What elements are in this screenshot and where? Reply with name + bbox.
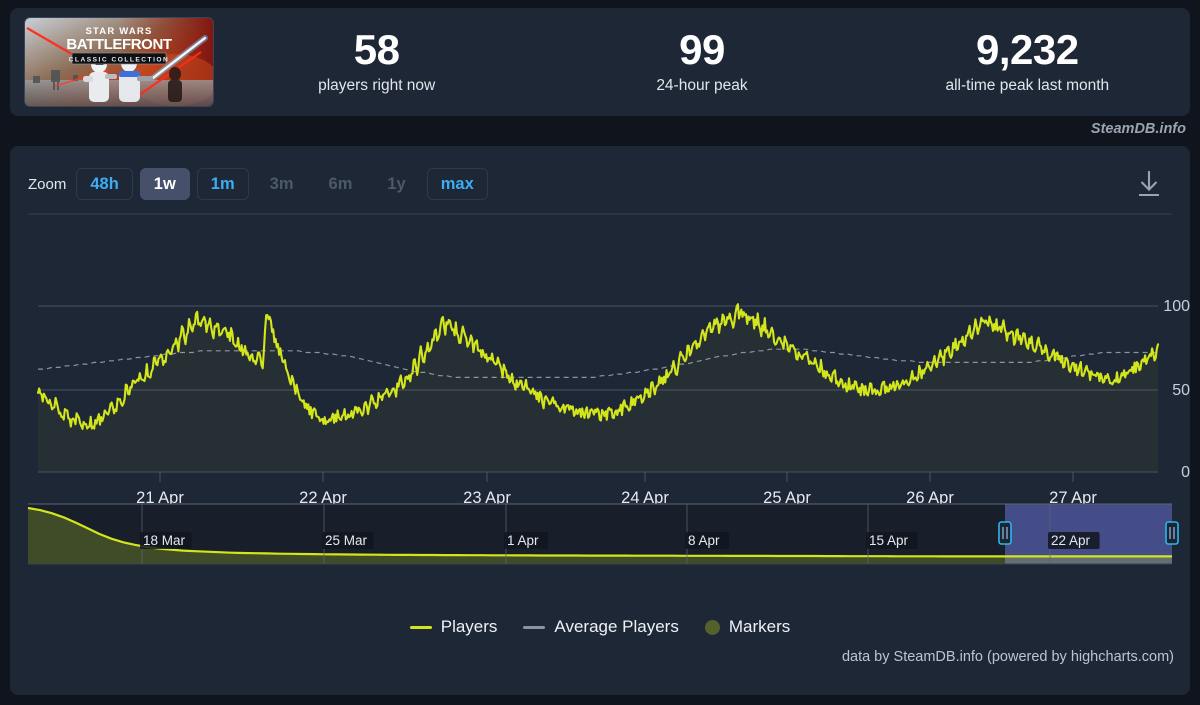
zoom-button-48h[interactable]: 48h bbox=[76, 167, 133, 201]
svg-text:100: 100 bbox=[1163, 298, 1190, 315]
stat-all-time-peak: 9,232 all-time peak last month bbox=[865, 25, 1190, 96]
stat-value: 9,232 bbox=[976, 25, 1079, 73]
stat-24h-peak: 99 24-hour peak bbox=[539, 25, 864, 96]
svg-text:CLASSIC COLLECTION: CLASSIC COLLECTION bbox=[69, 56, 170, 63]
zoom-button-3m[interactable]: 3m bbox=[256, 168, 308, 201]
stats-header-panel: STAR WARS BATTLEFRONT CLASSIC COLLECTION… bbox=[10, 8, 1190, 116]
svg-text:1 Apr: 1 Apr bbox=[507, 533, 539, 548]
svg-text:25 Mar: 25 Mar bbox=[325, 533, 368, 548]
stat-label: all-time peak last month bbox=[945, 77, 1110, 95]
download-icon[interactable] bbox=[1134, 168, 1164, 200]
chart-plot-area[interactable]: 21 Apr 22 Apr 23 Apr 24 Apr 25 Apr 26 Apr 27 A… bbox=[10, 212, 1190, 632]
legend-label: Players bbox=[440, 617, 498, 636]
x-axis: 21 Apr 22 Apr 23 Apr 24 Apr 25 Apr 26 Apr 27 A… bbox=[38, 471, 1158, 507]
zoom-button-1y[interactable]: 1y bbox=[373, 168, 419, 201]
legend-label: Markers bbox=[728, 617, 791, 636]
stat-value: 58 bbox=[353, 25, 400, 73]
stat-players-now: 58 players right now bbox=[214, 25, 539, 96]
legend-swatch-markers bbox=[704, 619, 720, 635]
legend-item-markers[interactable]: Markers bbox=[704, 617, 791, 637]
download-glyph bbox=[1139, 171, 1159, 197]
svg-text:50: 50 bbox=[1172, 382, 1190, 399]
player-count-chart-panel: Zoom 48h 1w 1m 3m 6m 1y max 21 Apr 22 Ap… bbox=[10, 146, 1190, 695]
legend-item-average-players[interactable]: Average Players bbox=[523, 617, 679, 637]
navigator-handle-right[interactable] bbox=[1165, 521, 1179, 545]
legend-label: Average Players bbox=[554, 617, 679, 636]
legend-swatch-average bbox=[523, 625, 546, 629]
stat-value: 99 bbox=[679, 25, 725, 73]
steamdb-watermark: SteamDB.info bbox=[1090, 121, 1186, 137]
zoom-label: Zoom bbox=[28, 175, 67, 193]
svg-text:15 Apr: 15 Apr bbox=[869, 533, 909, 548]
steamdb-chart-page: STAR WARS BATTLEFRONT CLASSIC COLLECTION… bbox=[0, 0, 1200, 705]
cover-artwork: STAR WARS BATTLEFRONT CLASSIC COLLECTION bbox=[25, 18, 213, 106]
navigator-handle-left[interactable] bbox=[998, 521, 1012, 545]
svg-text:BATTLEFRONT: BATTLEFRONT bbox=[66, 36, 172, 53]
svg-text:0: 0 bbox=[1181, 464, 1190, 481]
zoom-range-selector: Zoom 48h 1w 1m 3m 6m 1y max bbox=[28, 166, 495, 202]
chart-legend: Players Average Players Markers bbox=[10, 617, 1190, 637]
svg-text:8 Apr: 8 Apr bbox=[688, 533, 720, 548]
zoom-button-1m[interactable]: 1m bbox=[196, 167, 249, 201]
stats-group: 58 players right now 99 24-hour peak 9,2… bbox=[214, 8, 1190, 116]
svg-text:22 Apr: 22 Apr bbox=[1051, 533, 1091, 548]
stat-label: players right now bbox=[318, 77, 436, 95]
navigator[interactable]: 18 Mar 25 Mar 1 Apr 8 Apr 15 Apr 22 Apr bbox=[27, 503, 1179, 565]
zoom-button-1w[interactable]: 1w bbox=[139, 167, 190, 201]
legend-item-players[interactable]: Players bbox=[409, 617, 498, 637]
svg-text:18 Mar: 18 Mar bbox=[143, 533, 186, 548]
highcharts-svg[interactable]: 21 Apr 22 Apr 23 Apr 24 Apr 25 Apr 26 Apr 27 A… bbox=[10, 212, 1190, 632]
chart-credit: data by SteamDB.info (powered by highcha… bbox=[841, 649, 1174, 665]
legend-swatch-players bbox=[409, 625, 432, 629]
zoom-button-max[interactable]: max bbox=[426, 167, 488, 201]
stat-label: 24-hour peak bbox=[656, 77, 748, 95]
game-cover-art[interactable]: STAR WARS BATTLEFRONT CLASSIC COLLECTION bbox=[24, 17, 214, 107]
zoom-button-6m[interactable]: 6m bbox=[315, 168, 367, 201]
y-axis: 100 50 0 bbox=[1163, 298, 1190, 481]
